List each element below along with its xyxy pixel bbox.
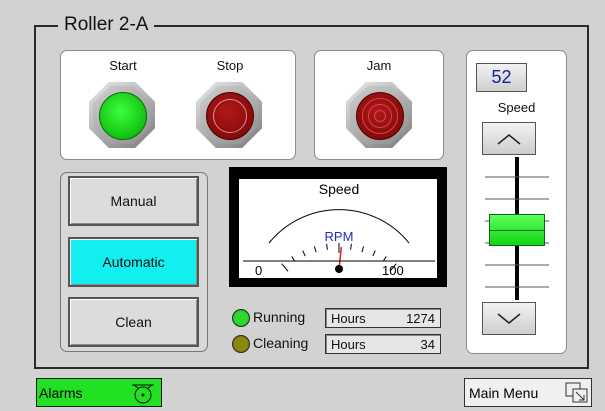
running-status-lamp — [232, 309, 250, 327]
meter-tick — [326, 243, 328, 250]
meter-tick — [281, 263, 289, 272]
running-hours-value: 1274 — [406, 310, 435, 326]
meter-tick — [302, 250, 306, 257]
meter-tick — [372, 250, 376, 257]
meter-min-label: 0 — [255, 263, 263, 278]
group-title: Roller 2-A — [58, 13, 155, 37]
chevron-down-icon — [497, 312, 521, 324]
cleaning-label: Cleaning — [253, 335, 309, 351]
running-hours-label: Hours — [331, 310, 366, 326]
navigate-icon — [565, 382, 588, 403]
meter-unit: RPM — [324, 229, 354, 244]
meter-max-label: 100 — [382, 263, 404, 278]
automatic-mode-button[interactable]: Automatic — [68, 237, 199, 287]
running-hours-display: Hours 1274 — [325, 308, 441, 328]
alarms-label: Alarms — [39, 384, 83, 401]
stop-label: Stop — [216, 58, 244, 73]
alarm-bell-icon — [132, 384, 154, 404]
main-menu-label: Main Menu — [469, 384, 539, 401]
jam-label: Jam — [366, 58, 392, 73]
speed-up-button[interactable] — [482, 122, 536, 155]
speed-slider-handle[interactable] — [489, 214, 545, 246]
meter-tick — [313, 246, 317, 253]
meter-tick — [361, 246, 365, 253]
cleaning-hours-label: Hours — [331, 336, 366, 352]
running-label: Running — [253, 309, 306, 325]
clean-mode-button[interactable]: Clean — [68, 297, 199, 347]
main-menu-button[interactable]: Main Menu — [464, 378, 592, 407]
speed-down-button[interactable] — [482, 302, 536, 335]
cleaning-hours-display: Hours 34 — [325, 334, 441, 354]
speed-label: Speed — [497, 100, 536, 115]
speed-meter-face: Speed RPM 0 100 — [238, 178, 438, 279]
meter-pivot — [335, 265, 343, 273]
start-lamp — [99, 92, 147, 140]
meter-tick — [350, 243, 352, 250]
manual-mode-button[interactable]: Manual — [68, 176, 199, 226]
start-label: Start — [109, 58, 137, 73]
cleaning-status-lamp — [232, 335, 250, 353]
alarms-button[interactable]: Alarms — [36, 378, 162, 407]
speed-value-display: 52 — [476, 63, 527, 92]
chevron-up-icon — [497, 133, 521, 145]
cleaning-hours-value: 34 — [420, 336, 435, 352]
stop-lamp — [206, 92, 254, 140]
jam-lamp — [356, 92, 404, 140]
